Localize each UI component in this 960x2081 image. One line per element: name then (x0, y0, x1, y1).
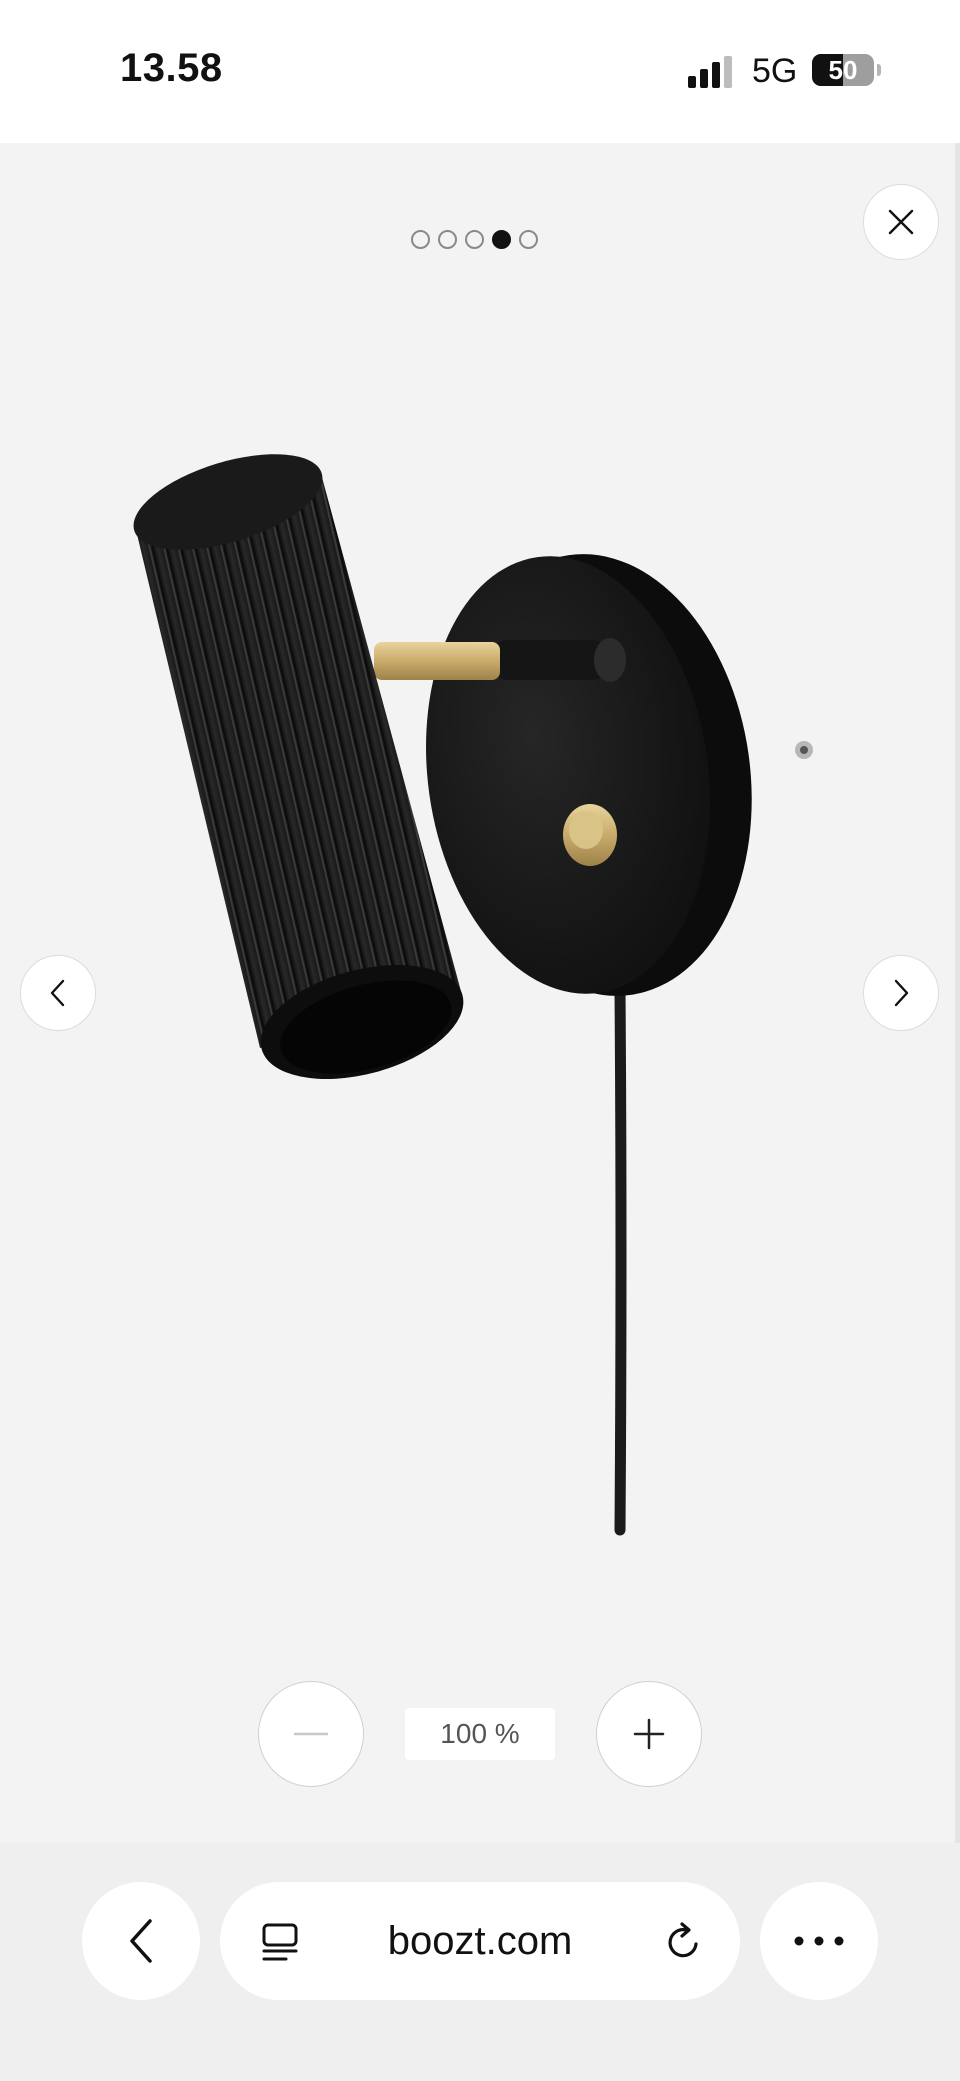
close-icon (888, 209, 914, 235)
product-image[interactable] (120, 450, 840, 1540)
status-time: 13.58 (120, 46, 223, 90)
pagination-dot[interactable] (438, 230, 457, 249)
close-button[interactable] (863, 184, 939, 260)
minus-icon (294, 1732, 328, 1736)
battery-percent: 50 (828, 55, 858, 85)
ellipsis-icon (794, 1936, 844, 1946)
address-bar[interactable]: boozt.com (220, 1882, 740, 2000)
battery-nub (877, 64, 881, 76)
zoom-in-button[interactable] (596, 1681, 702, 1787)
pagination-dot[interactable] (411, 230, 430, 249)
pagination-dot[interactable] (465, 230, 484, 249)
chevron-left-icon (130, 1919, 152, 1963)
chevron-left-icon (50, 979, 65, 1007)
scroll-edge (955, 143, 960, 1843)
pagination-dot[interactable] (519, 230, 538, 249)
battery-icon: 50 (812, 54, 874, 86)
zoom-level: 100 % (405, 1708, 555, 1760)
previous-image-button[interactable] (20, 955, 96, 1031)
pagination-dots (411, 230, 538, 249)
plus-icon (633, 1718, 665, 1750)
zoom-out-button[interactable] (258, 1681, 364, 1787)
next-image-button[interactable] (863, 955, 939, 1031)
reload-icon[interactable] (662, 1920, 706, 1964)
network-type: 5G (752, 52, 798, 90)
more-options-button[interactable] (760, 1882, 878, 2000)
signal-icon (688, 56, 736, 88)
pagination-dot[interactable] (492, 230, 511, 249)
browser-back-button[interactable] (82, 1882, 200, 2000)
status-bar: 13.58 5G 50 (0, 0, 960, 143)
chevron-right-icon (894, 979, 909, 1007)
